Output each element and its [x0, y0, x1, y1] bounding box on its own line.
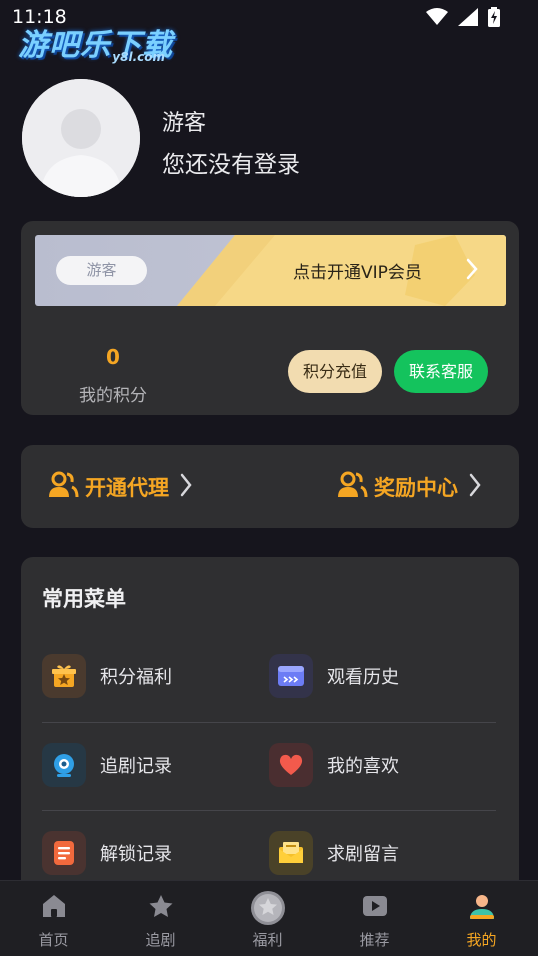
play-icon [361, 893, 389, 923]
webcam-icon [42, 743, 86, 787]
users-icon [336, 471, 368, 503]
message-envelope-icon [269, 831, 313, 875]
users-icon [47, 471, 79, 503]
menu-item-watch-history[interactable]: 观看历史 [269, 654, 399, 698]
profile-header[interactable]: 游客 您还没有登录 [20, 77, 520, 199]
tab-label: 首页 [38, 931, 69, 949]
points-value: 0 [106, 345, 120, 369]
profile-icon [468, 893, 496, 925]
tab-follow[interactable]: 追剧 [107, 881, 214, 956]
guest-badge: 游客 [56, 256, 147, 285]
menu-item-request-message[interactable]: 求剧留言 [269, 831, 399, 875]
menu-title: 常用菜单 [42, 587, 126, 611]
vip-promo-text: 点击开通VIP会员 [293, 263, 422, 283]
chevron-right-icon [465, 257, 479, 285]
contact-service-button[interactable]: 联系客服 [394, 350, 488, 393]
common-menu-card: 常用菜单 积分福利 观看历史 追剧记录 我的喜欢 解锁记录 求剧留言 [21, 557, 519, 897]
watermark-domain: y8l.com [112, 50, 165, 64]
chevron-right-icon [179, 472, 193, 502]
open-agent-label: 开通代理 [85, 476, 169, 500]
tab-label: 追剧 [145, 931, 176, 949]
reward-center-label: 奖励中心 [374, 476, 458, 500]
menu-item-points-welfare[interactable]: 积分福利 [42, 654, 172, 698]
menu-item-follow-records[interactable]: 追剧记录 [42, 743, 172, 787]
home-icon [40, 893, 68, 923]
menu-item-unlock-records[interactable]: 解锁记录 [42, 831, 172, 875]
tab-home[interactable]: 首页 [0, 881, 107, 956]
default-avatar-icon [22, 79, 140, 197]
gift-star-icon [42, 654, 86, 698]
signal-icon [458, 8, 478, 30]
nickname: 游客 [162, 111, 207, 136]
menu-item-label: 积分福利 [100, 667, 172, 688]
bottom-tab-bar: 首页 追剧 福利 推荐 我的 [0, 880, 538, 956]
menu-item-label: 我的喜欢 [327, 756, 399, 777]
avatar[interactable] [22, 79, 140, 197]
open-agent-link[interactable]: 开通代理 [47, 471, 193, 503]
menu-item-label: 解锁记录 [100, 844, 172, 865]
heart-icon [269, 743, 313, 787]
menu-item-label: 求剧留言 [327, 844, 399, 865]
tab-label: 福利 [252, 931, 283, 949]
vip-banner[interactable]: 游客 点击开通VIP会员 [35, 235, 506, 306]
star-icon [147, 893, 175, 923]
tab-mine[interactable]: 我的 [428, 881, 535, 956]
agent-card: 开通代理 奖励中心 [21, 445, 519, 528]
chevron-right-icon [468, 472, 482, 502]
history-film-icon [269, 654, 313, 698]
tab-recommend[interactable]: 推荐 [321, 881, 428, 956]
tab-label: 推荐 [359, 931, 390, 949]
tab-welfare[interactable]: 福利 [214, 881, 321, 956]
watermark-logo: 游吧乐下载 y8l.com [18, 20, 173, 64]
recharge-points-button[interactable]: 积分充值 [288, 350, 382, 393]
vip-card: 游客 点击开通VIP会员 0 我的积分 积分充值 联系客服 [21, 221, 519, 415]
tab-label: 我的 [466, 931, 497, 949]
battery-charging-icon [488, 7, 500, 31]
menu-item-my-likes[interactable]: 我的喜欢 [269, 743, 399, 787]
menu-divider [42, 722, 496, 723]
reward-center-link[interactable]: 奖励中心 [336, 471, 482, 503]
points-label: 我的积分 [79, 386, 147, 406]
menu-item-label: 观看历史 [327, 667, 399, 688]
wifi-icon [426, 8, 448, 30]
login-prompt[interactable]: 您还没有登录 [162, 145, 300, 179]
menu-item-label: 追剧记录 [100, 756, 172, 777]
document-list-icon [42, 831, 86, 875]
welfare-star-badge-icon [250, 890, 286, 930]
menu-divider [42, 810, 496, 811]
